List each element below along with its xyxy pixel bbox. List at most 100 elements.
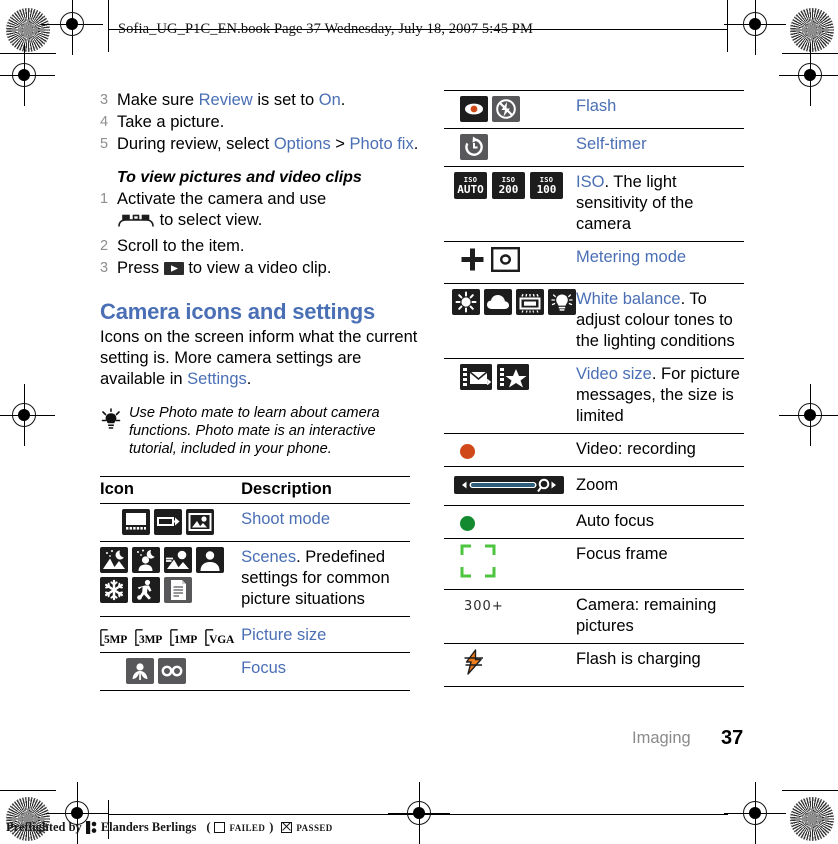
menu-ref-options[interactable]: Options bbox=[274, 135, 331, 153]
step-text: Press to view a video clip. bbox=[117, 258, 331, 281]
left-column: 3 Make sure Review is set to On. 4 Take … bbox=[100, 90, 420, 691]
description-cell: Video: recording bbox=[576, 433, 744, 467]
footer-chapter-label: Imaging bbox=[632, 729, 691, 747]
description-cell: Picture size bbox=[241, 616, 410, 653]
description-cell: Camera: remaining pictures bbox=[576, 589, 744, 644]
table-row: Shoot mode bbox=[100, 503, 410, 542]
registration-mark-top-left bbox=[41, 0, 103, 55]
registration-mark-bottom-right bbox=[724, 782, 786, 844]
menu-ref-white-balance[interactable]: White balance bbox=[576, 290, 681, 308]
right-column: Flash Self-timer ISO AUTO ISO 200 ISO 10… bbox=[444, 90, 744, 687]
preflight-failed-label: FAILED bbox=[229, 822, 266, 833]
tip-text: Use Photo mate to learn about camera fun… bbox=[129, 405, 380, 457]
iso-200-icon: ISO 200 bbox=[492, 172, 525, 199]
picture-size-5mp-icon: 5MP bbox=[100, 629, 129, 646]
description-cell: White balance. To adjust colour tones to… bbox=[576, 283, 744, 359]
menu-ref-focus[interactable]: Focus bbox=[241, 659, 286, 677]
video-size-high-icon bbox=[497, 364, 529, 395]
menu-ref-scenes[interactable]: Scenes bbox=[241, 548, 296, 566]
page-section-heading: Camera icons and settings bbox=[100, 299, 375, 324]
menu-ref-iso[interactable]: ISO bbox=[576, 173, 604, 191]
trim-line-right-lower bbox=[782, 790, 838, 792]
step-text-after: to view a video clip. bbox=[183, 259, 332, 277]
menu-ref-flash[interactable]: Flash bbox=[576, 97, 616, 115]
table-row: Flash bbox=[444, 90, 744, 129]
menu-ref-shoot-mode[interactable]: Shoot mode bbox=[241, 510, 330, 528]
footer-chapter: Imaging bbox=[632, 729, 691, 748]
menu-ref-picture-size[interactable]: Picture size bbox=[241, 626, 326, 644]
icon-cell: 300+ bbox=[444, 589, 576, 644]
numbered-steps-continued: 3 Make sure Review is set to On. 4 Take … bbox=[100, 90, 420, 155]
column-header-icon: Icon bbox=[100, 476, 242, 504]
table-row: Video size. For picture messages, the si… bbox=[444, 358, 744, 434]
page-number-label: 37 bbox=[721, 727, 744, 749]
scene-landscape-icon bbox=[164, 547, 192, 573]
table-row: ISO AUTO ISO 200 ISO 100 ISO. The light … bbox=[444, 166, 744, 242]
trim-line-left bbox=[108, 0, 110, 52]
picture-size-vga-icon: VGA bbox=[205, 629, 236, 646]
table-row: Scenes. Predefined settings for common p… bbox=[100, 541, 410, 617]
table-row: Metering mode bbox=[444, 241, 744, 284]
iso-auto-icon: ISO AUTO bbox=[454, 172, 487, 199]
wb-incandescent-icon bbox=[548, 289, 576, 315]
menu-ref-on[interactable]: On bbox=[319, 91, 341, 109]
step-number: 1 bbox=[100, 191, 109, 207]
manual-page: Sofia_UG_P1C_EN.book Page 37 Wednesday, … bbox=[0, 0, 838, 844]
table-row: Auto focus bbox=[444, 505, 744, 539]
iso-value-label: AUTO bbox=[457, 182, 484, 196]
picture-size-3mp-icon: 3MP bbox=[135, 629, 164, 646]
flash-off-icon bbox=[492, 96, 520, 122]
description-cell: Zoom bbox=[576, 466, 744, 506]
step-number: 3 bbox=[100, 92, 109, 108]
print-star-target-bottom-right bbox=[790, 797, 834, 841]
registration-mark-right-upper bbox=[779, 44, 838, 106]
icon-cell bbox=[444, 505, 576, 539]
procedure-title: To view pictures and video clips bbox=[117, 169, 362, 186]
table-row: Flash is charging bbox=[444, 643, 744, 687]
icon-cell bbox=[100, 541, 242, 617]
icon-cell bbox=[444, 283, 576, 359]
step-text: During review, select Options > Photo fi… bbox=[117, 135, 419, 153]
table-row: Focus frame bbox=[444, 538, 744, 590]
icon-cell bbox=[444, 241, 576, 284]
focus-frame-icon bbox=[460, 544, 576, 583]
print-star-target-top-left bbox=[6, 8, 50, 52]
description-cell: Scenes. Predefined settings for common p… bbox=[241, 541, 410, 617]
registration-mark-top-right bbox=[724, 0, 786, 55]
list-item: 1 Activate the camera and use to select … bbox=[100, 189, 420, 235]
menu-ref-photo-fix[interactable]: Photo fix bbox=[350, 135, 414, 153]
preflight-company-label: Elanders Berlings bbox=[100, 820, 197, 834]
remaining-pictures-counter: 300+ bbox=[464, 599, 504, 614]
video-size-message-icon bbox=[460, 364, 492, 395]
step-text: Scroll to the item. bbox=[117, 237, 245, 255]
table-row: Video: recording bbox=[444, 433, 744, 467]
step-number: 5 bbox=[100, 136, 109, 152]
icon-cell bbox=[444, 358, 576, 434]
menu-ref-self-timer[interactable]: Self-timer bbox=[576, 135, 647, 153]
metering-centre-icon bbox=[491, 247, 521, 277]
menu-ref-review[interactable]: Review bbox=[199, 91, 253, 109]
step-text: Make sure Review is set to On. bbox=[117, 91, 346, 109]
table-row: Self-timer bbox=[444, 128, 744, 167]
table-row: 300+ Camera: remaining pictures bbox=[444, 589, 744, 644]
wb-daylight-icon bbox=[452, 289, 480, 315]
description-cell: Flash bbox=[576, 90, 744, 129]
wb-fluorescent-icon bbox=[516, 289, 544, 315]
camera-key-icon bbox=[117, 213, 155, 235]
description-cell: Focus frame bbox=[576, 538, 744, 590]
menu-ref-video-size[interactable]: Video size bbox=[576, 365, 652, 383]
menu-ref-metering-mode[interactable]: Metering mode bbox=[576, 248, 686, 266]
procedure-steps: 1 Activate the camera and use to select … bbox=[100, 189, 420, 281]
description-text: Flash is charging bbox=[576, 650, 701, 668]
lightbulb-icon bbox=[100, 408, 122, 437]
picture-size-1mp-icon: 1MP bbox=[170, 629, 199, 646]
preflight-failed-close: ) bbox=[269, 820, 274, 834]
step-number: 3 bbox=[100, 260, 109, 276]
description-cell: Auto focus bbox=[576, 505, 744, 539]
icon-cell bbox=[100, 503, 242, 542]
camera-icons-table-left: Icon Description Shoot mode Scenes. Pred… bbox=[100, 476, 410, 691]
description-cell: ISO. The light sensitivity of the camera bbox=[576, 166, 744, 242]
metering-spot-cross-icon bbox=[460, 247, 485, 277]
scene-night-landscape-icon bbox=[100, 547, 128, 573]
menu-ref-settings[interactable]: Settings bbox=[187, 370, 247, 388]
